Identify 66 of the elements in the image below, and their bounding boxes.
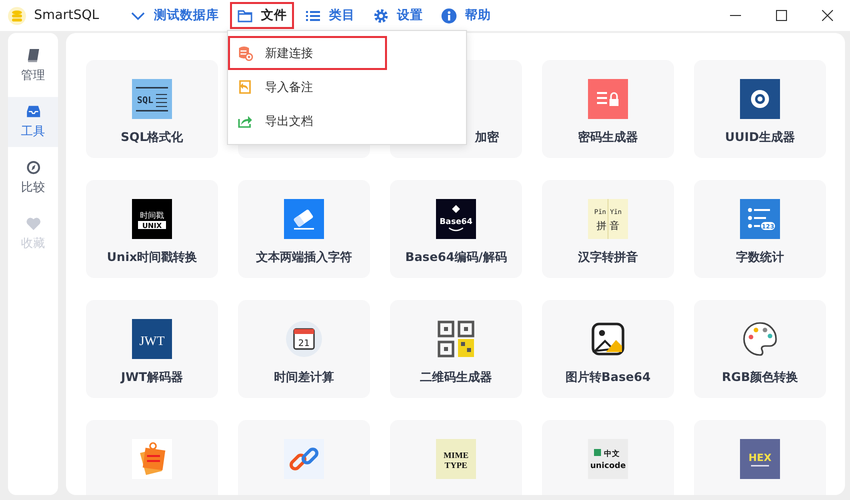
tool-card[interactable]: 文本两端插入字符: [238, 180, 370, 278]
sticky-notes-icon: [132, 439, 172, 479]
tool-label: 汉字转拼音: [578, 249, 638, 266]
tool-card[interactable]: [238, 420, 370, 495]
tool-label: Unix时间戳转换: [106, 249, 198, 266]
tool-card[interactable]: 二维码生成器: [390, 300, 522, 398]
menu-button[interactable]: 文件: [230, 2, 294, 29]
lock-icon: [588, 79, 628, 119]
close-icon[interactable]: [822, 10, 832, 21]
tool-label: UUID生成器: [725, 129, 795, 146]
settings-icon: [373, 8, 390, 24]
jwt-icon: JWT: [132, 319, 172, 359]
tool-card[interactable]: HEX: [694, 420, 826, 495]
menu-item[interactable]: 导出文档: [228, 104, 387, 138]
tool-card[interactable]: SQL SQL格式化: [86, 60, 218, 158]
sidebar-item[interactable]: 管理: [8, 41, 58, 91]
book-icon: [26, 48, 40, 63]
menu-button[interactable]: 帮助: [434, 2, 498, 29]
sql-icon: SQL: [132, 79, 172, 119]
compass-icon: [26, 160, 40, 175]
tool-label: Base64编码/解码: [405, 249, 507, 266]
tool-card[interactable]: JWT JWT解码器: [86, 300, 218, 398]
tool-label: 时间差计算: [274, 369, 334, 386]
tool-label: 字数统计: [736, 249, 784, 266]
tool-card[interactable]: 密码生成器: [542, 60, 674, 158]
database-add-icon: [237, 45, 253, 61]
tool-label: 图片转Base64: [565, 369, 651, 386]
tool-label: 文本两端插入字符: [256, 249, 352, 266]
menu-button[interactable]: 设置: [366, 2, 430, 29]
inbox-icon: [26, 104, 40, 119]
tool-card[interactable]: UUID生成器: [694, 60, 826, 158]
mime-type-icon: MIME TYPE: [436, 439, 476, 479]
tool-card[interactable]: RGB颜色转换: [694, 300, 826, 398]
target-icon: [740, 79, 780, 119]
tool-label: RGB颜色转换: [722, 369, 798, 386]
menu-button[interactable]: 测试数据库: [123, 2, 226, 29]
tool-card[interactable]: MIME TYPE: [390, 420, 522, 495]
folder-icon: [237, 8, 254, 24]
export-icon: [237, 113, 253, 129]
import-icon: [237, 79, 253, 95]
heart-icon: [26, 216, 40, 231]
hex-icon: HEX: [740, 439, 780, 479]
maximize-icon[interactable]: [776, 10, 786, 21]
tool-card[interactable]: 图片转Base64: [542, 300, 674, 398]
tool-card[interactable]: Base64 Base64编码/解码: [390, 180, 522, 278]
tool-label: 加密: [475, 129, 499, 146]
calendar-icon: 21: [284, 319, 324, 359]
link-icon: [284, 439, 324, 479]
palette-icon: [740, 319, 780, 359]
sidebar-item[interactable]: 比较: [8, 153, 58, 203]
menu-item[interactable]: 导入备注: [228, 70, 387, 104]
info-icon: [441, 8, 458, 24]
tool-label: 二维码生成器: [420, 369, 492, 386]
database-logo-icon: [8, 6, 26, 24]
base64-icon: Base64: [436, 199, 476, 239]
menu-item[interactable]: 新建连接: [228, 36, 387, 70]
tool-label: SQL格式化: [120, 129, 184, 146]
qr-code-icon: [436, 319, 476, 359]
tool-label: 密码生成器: [578, 129, 638, 146]
window-title: SmartSQL: [34, 8, 100, 23]
menu-button[interactable]: 类目: [298, 2, 362, 29]
tool-card[interactable]: [86, 420, 218, 495]
sidebar-item[interactable]: 工具: [8, 97, 58, 147]
eraser-icon: [284, 199, 324, 239]
tool-label: JWT解码器: [121, 369, 183, 386]
tool-card[interactable]: 21 时间差计算: [238, 300, 370, 398]
